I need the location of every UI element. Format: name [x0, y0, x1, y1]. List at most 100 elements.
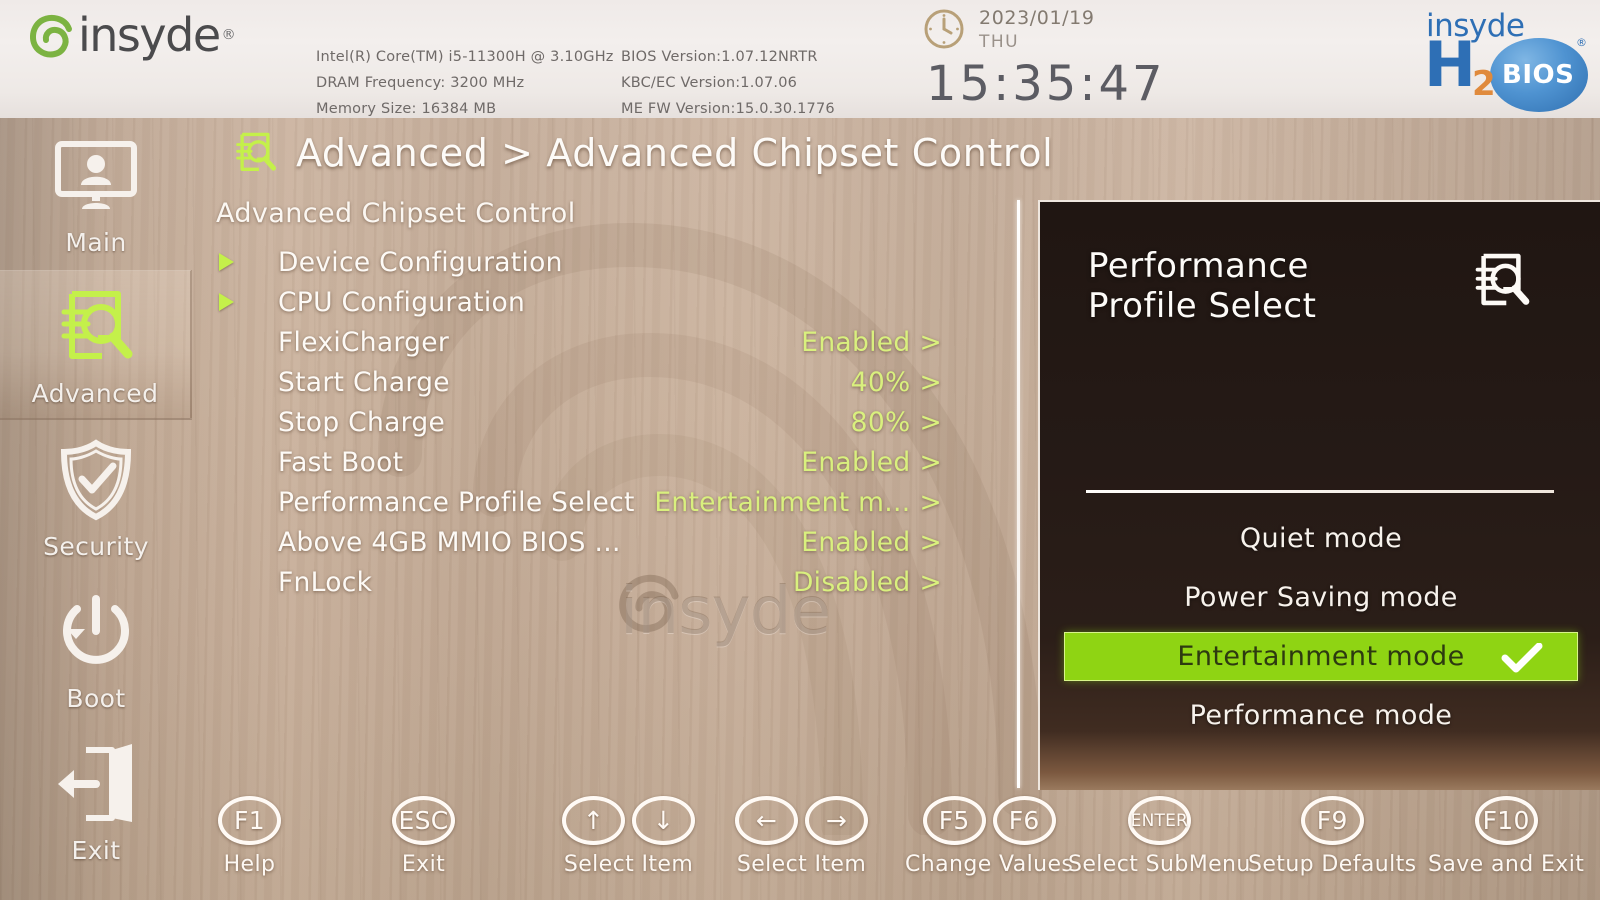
setting-label: Start Charge: [278, 366, 450, 398]
key-hint-esc[interactable]: ESC Exit: [392, 796, 455, 877]
esc-key[interactable]: ESC: [392, 796, 455, 845]
arrow-up-key[interactable]: ↑: [562, 796, 625, 845]
dram-frequency: DRAM Frequency: 3200 MHz: [316, 75, 525, 91]
list-item[interactable]: FlexiCharger Enabled >: [216, 322, 942, 362]
key-hint-label: Setup Defaults: [1248, 852, 1417, 877]
dialog-title-line2: Profile Select: [1088, 286, 1317, 326]
enter-key[interactable]: ENTER: [1127, 796, 1191, 845]
option-label: Performance mode: [1189, 700, 1453, 731]
sidebar-item-label: Advanced: [31, 379, 159, 408]
setting-value[interactable]: 40% >: [851, 367, 942, 398]
f10-key[interactable]: F10: [1474, 796, 1538, 845]
key-label: ESC: [398, 806, 449, 835]
list-item[interactable]: Stop Charge 80% >: [216, 402, 942, 442]
f1-key[interactable]: F1: [218, 796, 281, 845]
h2o-bios-text: BIOS: [1502, 60, 1575, 90]
option-label: Entertainment mode: [1177, 641, 1465, 672]
me-fw-version: ME FW Version:15.0.30.1776: [621, 101, 835, 117]
setting-label: CPU Configuration: [278, 286, 526, 318]
key-hint-updown[interactable]: ↑ ↓ Select Item: [562, 796, 695, 877]
list-item[interactable]: FnLock Disabled >: [216, 562, 942, 602]
list-item[interactable]: Device Configuration: [216, 242, 942, 282]
chevron-right-icon: >: [919, 486, 942, 518]
insyde-logo: insyde ®: [28, 8, 236, 62]
setting-value[interactable]: Entertainment m... >: [654, 487, 942, 518]
system-info: Intel(R) Core(TM) i5-11300H @ 3.10GHz BIO…: [316, 44, 835, 118]
chevron-right-icon: >: [919, 406, 942, 438]
chevron-right-icon: >: [919, 526, 942, 558]
setting-label: Fast Boot: [278, 446, 404, 478]
option-power-saving-mode[interactable]: Power Saving mode: [1064, 573, 1578, 622]
time-text: 15:35:47: [926, 56, 1166, 112]
vertical-divider: [1017, 200, 1020, 788]
key-hint-f1[interactable]: F1 Help: [218, 796, 281, 877]
key-label: ENTER: [1130, 810, 1189, 831]
list-item[interactable]: Start Charge 40% >: [216, 362, 942, 402]
breadcrumb-text: Advanced > Advanced Chipset Control: [296, 131, 1054, 175]
option-performance-mode[interactable]: Performance mode: [1064, 691, 1578, 740]
setting-value-text: Enabled: [801, 526, 911, 558]
setting-label: Stop Charge: [278, 406, 446, 438]
key-hint-enter[interactable]: ENTER Select SubMenu: [1068, 796, 1251, 877]
option-label: Power Saving mode: [1184, 582, 1458, 613]
setting-label: FlexiCharger: [278, 326, 450, 358]
f6-key[interactable]: F6: [992, 796, 1056, 845]
key-hint-label: Change Values: [905, 852, 1074, 877]
setting-value[interactable]: Disabled >: [793, 567, 942, 598]
chevron-right-icon: >: [919, 446, 942, 478]
h2o-registered-mark: ®: [1576, 36, 1587, 49]
weekday-text: THU: [979, 32, 1020, 52]
f9-key[interactable]: F9: [1300, 796, 1364, 845]
setting-value[interactable]: Enabled >: [801, 447, 942, 478]
sidebar-item-label: Main: [65, 227, 127, 257]
key-hint-label: Select Item: [736, 852, 867, 877]
list-item[interactable]: Fast Boot Enabled >: [216, 442, 942, 482]
document-search-icon: [47, 281, 143, 373]
sidebar-nav: Main Advanced Security Boot Exit: [0, 118, 192, 900]
arrow-left-key[interactable]: ←: [735, 796, 798, 845]
option-quiet-mode[interactable]: Quiet mode: [1064, 514, 1578, 563]
key-label: F5: [938, 806, 970, 835]
option-entertainment-mode[interactable]: Entertainment mode: [1064, 632, 1578, 681]
dialog-title: Performance Profile Select: [1088, 246, 1316, 326]
page-title: Advanced Chipset Control: [216, 198, 576, 229]
profile-options-list: Quiet mode Power Saving mode Entertainme…: [1064, 514, 1578, 740]
list-item[interactable]: Above 4GB MMIO BIOS ... Enabled >: [216, 522, 942, 562]
setting-label: FnLock: [278, 566, 373, 598]
setting-value-text: Entertainment m...: [654, 486, 911, 518]
setting-value[interactable]: 80% >: [851, 407, 942, 438]
insyde-wordmark: insyde: [78, 8, 221, 62]
cpu-info: Intel(R) Core(TM) i5-11300H @ 3.10GHz: [316, 49, 614, 65]
h2o-h-letter: H: [1424, 28, 1476, 101]
key-label: F9: [1316, 806, 1348, 835]
arrow-down-icon: ↓: [652, 806, 675, 835]
sidebar-item-security[interactable]: Security: [0, 422, 192, 572]
f5-key[interactable]: F5: [922, 796, 986, 845]
sidebar-item-main[interactable]: Main: [0, 118, 192, 268]
setting-label: Above 4GB MMIO BIOS ...: [278, 526, 621, 558]
header-bar: insyde ® Intel(R) Core(TM) i5-11300H @ 3…: [0, 0, 1600, 118]
monitor-user-icon: [48, 130, 144, 222]
key-hint-leftright[interactable]: ← → Select Item: [735, 796, 868, 877]
sidebar-item-boot[interactable]: Boot: [0, 574, 192, 724]
breadcrumb: Advanced > Advanced Chipset Control: [232, 130, 1053, 176]
setting-value-text: Disabled: [792, 566, 911, 598]
key-label: F10: [1482, 806, 1530, 835]
setting-value[interactable]: Enabled >: [801, 527, 942, 558]
chevron-right-icon: >: [919, 366, 942, 398]
sidebar-item-advanced[interactable]: Advanced: [0, 270, 192, 420]
key-hint-f5f6[interactable]: F5 F6 Change Values: [905, 796, 1073, 877]
key-hint-f10[interactable]: F10 Save and Exit: [1428, 796, 1584, 877]
check-icon: [1501, 642, 1543, 677]
arrow-down-key[interactable]: ↓: [632, 796, 695, 845]
document-search-icon: [1470, 250, 1532, 316]
list-item[interactable]: CPU Configuration: [216, 282, 942, 322]
performance-profile-dialog: Performance Profile Select Quiet mode Po…: [1038, 200, 1600, 790]
memory-size: Memory Size: 16384 MB: [316, 101, 497, 117]
date-text: 2023/01/19: [979, 7, 1095, 29]
setting-value[interactable]: Enabled >: [801, 327, 942, 358]
dialog-divider: [1086, 490, 1554, 493]
arrow-right-key[interactable]: →: [805, 796, 868, 845]
key-hint-f9[interactable]: F9 Setup Defaults: [1248, 796, 1416, 877]
list-item[interactable]: Performance Profile Select Entertainment…: [216, 482, 942, 522]
